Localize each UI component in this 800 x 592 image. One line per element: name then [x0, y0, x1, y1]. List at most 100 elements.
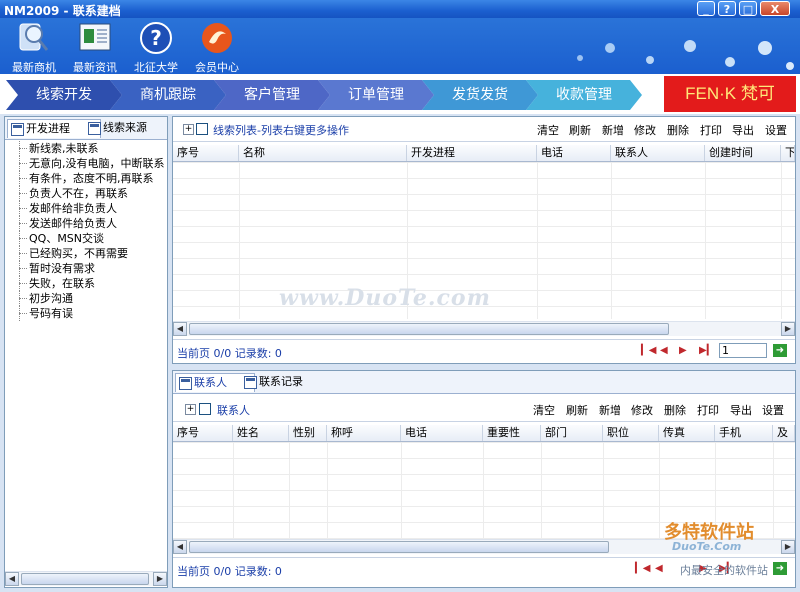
lead-list-label: 线索列表-列表右键更多操作	[213, 124, 349, 137]
tree-item[interactable]: 无意向,没有电脑，中断联系	[5, 156, 167, 171]
go-page-icon[interactable]: ➜	[773, 562, 787, 575]
column-header[interactable]: 称呼	[327, 425, 401, 441]
scroll-right-icon[interactable]: ▶	[781, 322, 795, 336]
print-button[interactable]: 打印	[697, 402, 719, 418]
tree-item[interactable]: 失败，在联系	[5, 276, 167, 291]
grid-icon	[11, 123, 24, 136]
menu-order-management[interactable]: 订单管理	[318, 80, 434, 110]
toolbar-latest-news[interactable]: 最新资讯	[64, 18, 126, 74]
settings-button[interactable]: 设置	[765, 122, 787, 138]
news-screen-icon	[79, 23, 111, 51]
edit-button[interactable]: 修改	[631, 402, 653, 418]
refresh-button[interactable]: 刷新	[569, 122, 591, 138]
column-header[interactable]: 电话	[537, 145, 611, 161]
clear-button[interactable]: 清空	[533, 402, 555, 418]
clear-button[interactable]: 清空	[537, 122, 559, 138]
tree-item[interactable]: 发邮件给非负责人	[5, 201, 167, 216]
add-button[interactable]: 新增	[602, 122, 624, 138]
contact-tabs: 联系人 联系记录	[173, 371, 795, 394]
column-header[interactable]: 手机	[715, 425, 773, 441]
tree-item[interactable]: 已经购买，不再需要	[5, 246, 167, 261]
column-header[interactable]: 序号	[173, 425, 233, 441]
left-horizontal-scrollbar[interactable]: ◀ ▶	[5, 571, 167, 586]
scroll-right-icon[interactable]: ▶	[781, 540, 795, 554]
print-button[interactable]: 打印	[700, 122, 722, 138]
svg-text:?: ?	[150, 26, 162, 50]
add-button[interactable]: 新增	[599, 402, 621, 418]
export-button[interactable]: 导出	[730, 402, 752, 418]
settings-button[interactable]: 设置	[762, 402, 784, 418]
tab-contact-records[interactable]: 联系记录	[241, 373, 331, 391]
tree-item[interactable]: 号码有误	[5, 306, 167, 321]
maximize-button[interactable]: □	[739, 1, 757, 16]
scroll-thumb[interactable]	[21, 573, 149, 585]
scroll-left-icon[interactable]: ◀	[173, 322, 187, 336]
last-page-icon[interactable]: ▶▎	[699, 345, 714, 356]
column-header[interactable]: 性别	[289, 425, 327, 441]
go-page-icon[interactable]: ➜	[773, 344, 787, 357]
prev-page-icon[interactable]: ◀	[655, 563, 663, 574]
first-page-icon[interactable]: ▎◀	[641, 345, 656, 356]
decorative-dots	[577, 40, 794, 70]
column-header[interactable]: 重要性	[483, 425, 541, 441]
column-header[interactable]: 序号	[173, 145, 239, 161]
expand-icon[interactable]: +	[183, 124, 194, 135]
module-menu: 线索开发 商机跟踪 客户管理 订单管理 发货发货 收款管理 FEN·K 梵可	[0, 74, 800, 114]
column-header[interactable]: 创建时间	[705, 145, 781, 161]
lead-horizontal-scrollbar[interactable]: ◀ ▶	[173, 321, 795, 336]
menu-customer-management[interactable]: 客户管理	[214, 80, 330, 110]
minimize-button[interactable]: _	[697, 1, 715, 16]
lead-pager: 当前页 0/0 记录数: 0 ▎◀ ◀ ▶ ▶▎ 1 ➜	[173, 339, 795, 362]
search-people-icon	[19, 23, 49, 51]
expand-icon[interactable]: +	[185, 404, 196, 415]
tree-item[interactable]: QQ、MSN交谈	[5, 231, 167, 246]
refresh-button[interactable]: 刷新	[566, 402, 588, 418]
next-page-icon[interactable]: ▶	[679, 345, 687, 356]
delete-button[interactable]: 删除	[667, 122, 689, 138]
column-header[interactable]: 开发进程	[407, 145, 537, 161]
first-page-icon[interactable]: ▎◀	[635, 563, 650, 574]
tree-item[interactable]: 新线索,未联系	[5, 141, 167, 156]
select-all-checkbox[interactable]	[199, 403, 211, 415]
column-header[interactable]: 及	[773, 425, 795, 441]
scroll-left-icon[interactable]: ◀	[173, 540, 187, 554]
left-tabs: 开发进程 线索来源	[5, 117, 167, 140]
column-header[interactable]: 姓名	[233, 425, 289, 441]
tree-item[interactable]: 负责人不在，再联系	[5, 186, 167, 201]
select-all-checkbox[interactable]	[196, 123, 208, 135]
edit-button[interactable]: 修改	[634, 122, 656, 138]
column-header[interactable]: 联系人	[611, 145, 705, 161]
grid-icon	[179, 377, 192, 390]
toolbar-member-center[interactable]: 会员中心	[186, 18, 248, 74]
left-panel: 开发进程 线索来源 新线索,未联系 无意向,没有电脑，中断联系 有条件，态度不明…	[4, 116, 168, 588]
menu-payment-management[interactable]: 收款管理	[526, 80, 642, 110]
delete-button[interactable]: 删除	[664, 402, 686, 418]
scroll-left-icon[interactable]: ◀	[5, 572, 19, 586]
help-button[interactable]: ?	[718, 1, 736, 16]
close-button[interactable]: X	[760, 1, 790, 16]
tree-item[interactable]: 暂时没有需求	[5, 261, 167, 276]
scroll-thumb[interactable]	[189, 323, 669, 335]
toolbar-university[interactable]: ? 北征大学	[125, 18, 187, 74]
column-header[interactable]: 传真	[659, 425, 715, 441]
export-button[interactable]: 导出	[732, 122, 754, 138]
column-header[interactable]: 下	[781, 145, 795, 161]
page-number-input[interactable]: 1	[719, 343, 767, 358]
prev-page-icon[interactable]: ◀	[660, 345, 668, 356]
menu-lead-development[interactable]: 线索开发	[6, 80, 122, 110]
tree-item[interactable]: 初步沟通	[5, 291, 167, 306]
menu-shipping[interactable]: 发货发货	[422, 80, 538, 110]
column-header[interactable]: 职位	[603, 425, 659, 441]
column-header[interactable]: 电话	[401, 425, 483, 441]
watermark-logo-sub: DuoTe.Com	[672, 540, 742, 553]
tree-item[interactable]: 发送邮件给负责人	[5, 216, 167, 231]
tree-item[interactable]: 有条件，态度不明,再联系	[5, 171, 167, 186]
toolbar-latest-opportunities[interactable]: 最新商机	[3, 18, 65, 74]
main-toolbar: 最新商机 最新资讯 ? 北征大学 会员中心	[0, 18, 800, 74]
scroll-thumb[interactable]	[189, 541, 609, 553]
menu-opportunity-tracking[interactable]: 商机跟踪	[110, 80, 226, 110]
column-header[interactable]: 部门	[541, 425, 603, 441]
tab-lead-source[interactable]: 线索来源	[85, 119, 179, 137]
column-header[interactable]: 名称	[239, 145, 407, 161]
scroll-right-icon[interactable]: ▶	[153, 572, 167, 586]
